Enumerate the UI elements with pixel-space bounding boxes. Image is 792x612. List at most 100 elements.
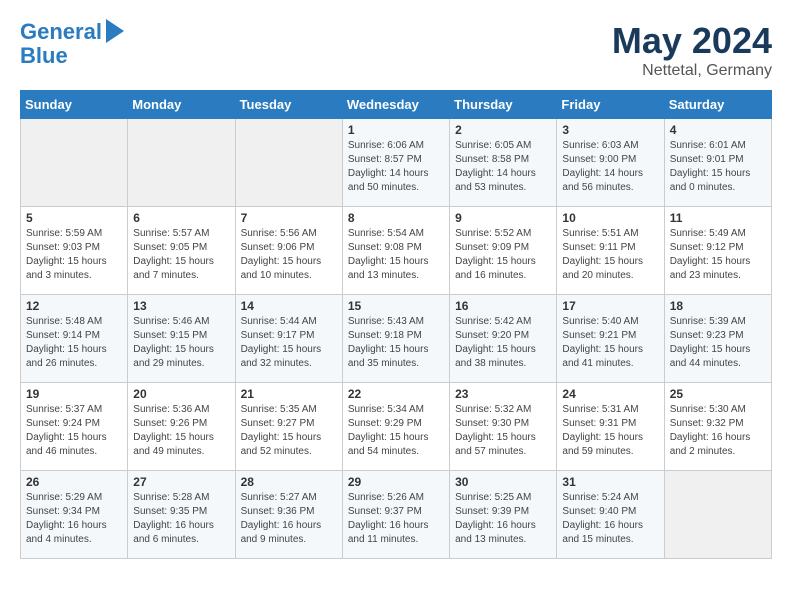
day-number: 1 xyxy=(348,123,444,137)
day-number: 6 xyxy=(133,211,229,225)
calendar-week-row: 1 Sunrise: 6:06 AM Sunset: 8:57 PM Daylig… xyxy=(21,119,772,207)
day-number: 23 xyxy=(455,387,551,401)
day-number: 18 xyxy=(670,299,766,313)
calendar-cell: 13 Sunrise: 5:46 AM Sunset: 9:15 PM Dayli… xyxy=(128,295,235,383)
day-info: Sunrise: 5:30 AM Sunset: 9:32 PM Dayligh… xyxy=(670,403,766,459)
day-info: Sunrise: 5:35 AM Sunset: 9:27 PM Dayligh… xyxy=(241,403,337,459)
calendar-cell: 18 Sunrise: 5:39 AM Sunset: 9:23 PM Dayli… xyxy=(664,295,771,383)
calendar-cell: 28 Sunrise: 5:27 AM Sunset: 9:36 PM Dayli… xyxy=(235,471,342,559)
day-info: Sunrise: 5:44 AM Sunset: 9:17 PM Dayligh… xyxy=(241,315,337,371)
day-number: 31 xyxy=(562,475,658,489)
day-info: Sunrise: 6:06 AM Sunset: 8:57 PM Dayligh… xyxy=(348,139,444,195)
calendar-cell: 29 Sunrise: 5:26 AM Sunset: 9:37 PM Dayli… xyxy=(342,471,449,559)
day-number: 19 xyxy=(26,387,122,401)
day-number: 20 xyxy=(133,387,229,401)
day-info: Sunrise: 5:27 AM Sunset: 9:36 PM Dayligh… xyxy=(241,491,337,547)
day-info: Sunrise: 5:24 AM Sunset: 9:40 PM Dayligh… xyxy=(562,491,658,547)
weekday-header-monday: Monday xyxy=(128,91,235,119)
day-number: 24 xyxy=(562,387,658,401)
weekday-header-thursday: Thursday xyxy=(450,91,557,119)
day-info: Sunrise: 5:51 AM Sunset: 9:11 PM Dayligh… xyxy=(562,227,658,283)
day-info: Sunrise: 5:25 AM Sunset: 9:39 PM Dayligh… xyxy=(455,491,551,547)
calendar-cell: 6 Sunrise: 5:57 AM Sunset: 9:05 PM Daylig… xyxy=(128,207,235,295)
day-number: 8 xyxy=(348,211,444,225)
day-number: 10 xyxy=(562,211,658,225)
calendar-cell: 7 Sunrise: 5:56 AM Sunset: 9:06 PM Daylig… xyxy=(235,207,342,295)
calendar-cell: 12 Sunrise: 5:48 AM Sunset: 9:14 PM Dayli… xyxy=(21,295,128,383)
calendar-cell: 4 Sunrise: 6:01 AM Sunset: 9:01 PM Daylig… xyxy=(664,119,771,207)
calendar-cell: 16 Sunrise: 5:42 AM Sunset: 9:20 PM Dayli… xyxy=(450,295,557,383)
weekday-header-sunday: Sunday xyxy=(21,91,128,119)
day-number: 13 xyxy=(133,299,229,313)
day-number: 21 xyxy=(241,387,337,401)
day-number: 26 xyxy=(26,475,122,489)
day-info: Sunrise: 5:48 AM Sunset: 9:14 PM Dayligh… xyxy=(26,315,122,371)
day-info: Sunrise: 5:42 AM Sunset: 9:20 PM Dayligh… xyxy=(455,315,551,371)
day-number: 30 xyxy=(455,475,551,489)
calendar-table: SundayMondayTuesdayWednesdayThursdayFrid… xyxy=(20,90,772,559)
calendar-cell xyxy=(235,119,342,207)
calendar-week-row: 26Sunrise: 5:29 AM Sunset: 9:34 PM Dayli… xyxy=(21,471,772,559)
logo-arrow-icon xyxy=(106,19,124,43)
day-number: 7 xyxy=(241,211,337,225)
calendar-cell: 19 Sunrise: 5:37 AM Sunset: 9:24 PM Dayli… xyxy=(21,383,128,471)
weekday-header-row: SundayMondayTuesdayWednesdayThursdayFrid… xyxy=(21,91,772,119)
day-info: Sunrise: 5:59 AM Sunset: 9:03 PM Dayligh… xyxy=(26,227,122,283)
logo: General Blue xyxy=(20,20,124,68)
weekday-header-friday: Friday xyxy=(557,91,664,119)
day-number: 22 xyxy=(348,387,444,401)
day-info: Sunrise: 5:32 AM Sunset: 9:30 PM Dayligh… xyxy=(455,403,551,459)
calendar-cell xyxy=(21,119,128,207)
day-number: 25 xyxy=(670,387,766,401)
day-number: 15 xyxy=(348,299,444,313)
day-info: Sunrise: 5:34 AM Sunset: 9:29 PM Dayligh… xyxy=(348,403,444,459)
day-info: Sunrise: 5:28 AM Sunset: 9:35 PM Dayligh… xyxy=(133,491,229,547)
day-number: 27 xyxy=(133,475,229,489)
day-number: 12 xyxy=(26,299,122,313)
day-info: Sunrise: 5:26 AM Sunset: 9:37 PM Dayligh… xyxy=(348,491,444,547)
day-number: 28 xyxy=(241,475,337,489)
day-info: Sunrise: 5:57 AM Sunset: 9:05 PM Dayligh… xyxy=(133,227,229,283)
weekday-header-saturday: Saturday xyxy=(664,91,771,119)
location: Nettetal, Germany xyxy=(612,62,772,80)
calendar-cell: 30 Sunrise: 5:25 AM Sunset: 9:39 PM Dayli… xyxy=(450,471,557,559)
calendar-cell: 26Sunrise: 5:29 AM Sunset: 9:34 PM Dayli… xyxy=(21,471,128,559)
day-info: Sunrise: 5:31 AM Sunset: 9:31 PM Dayligh… xyxy=(562,403,658,459)
calendar-cell: 3Sunrise: 6:03 AM Sunset: 9:00 PM Daylig… xyxy=(557,119,664,207)
day-info: Sunrise: 5:40 AM Sunset: 9:21 PM Dayligh… xyxy=(562,315,658,371)
calendar-cell: 15 Sunrise: 5:43 AM Sunset: 9:18 PM Dayli… xyxy=(342,295,449,383)
day-info: Sunrise: 5:37 AM Sunset: 9:24 PM Dayligh… xyxy=(26,403,122,459)
day-info: Sunrise: 5:46 AM Sunset: 9:15 PM Dayligh… xyxy=(133,315,229,371)
calendar-cell: 5Sunrise: 5:59 AM Sunset: 9:03 PM Daylig… xyxy=(21,207,128,295)
day-number: 11 xyxy=(670,211,766,225)
calendar-cell: 17Sunrise: 5:40 AM Sunset: 9:21 PM Dayli… xyxy=(557,295,664,383)
day-info: Sunrise: 5:49 AM Sunset: 9:12 PM Dayligh… xyxy=(670,227,766,283)
day-number: 4 xyxy=(670,123,766,137)
calendar-cell: 27 Sunrise: 5:28 AM Sunset: 9:35 PM Dayli… xyxy=(128,471,235,559)
day-info: Sunrise: 5:39 AM Sunset: 9:23 PM Dayligh… xyxy=(670,315,766,371)
day-info: Sunrise: 5:54 AM Sunset: 9:08 PM Dayligh… xyxy=(348,227,444,283)
calendar-cell: 21 Sunrise: 5:35 AM Sunset: 9:27 PM Dayli… xyxy=(235,383,342,471)
calendar-cell xyxy=(128,119,235,207)
month-title: May 2024 xyxy=(612,20,772,62)
day-info: Sunrise: 5:56 AM Sunset: 9:06 PM Dayligh… xyxy=(241,227,337,283)
calendar-cell: 1 Sunrise: 6:06 AM Sunset: 8:57 PM Daylig… xyxy=(342,119,449,207)
weekday-header-wednesday: Wednesday xyxy=(342,91,449,119)
calendar-cell: 8 Sunrise: 5:54 AM Sunset: 9:08 PM Daylig… xyxy=(342,207,449,295)
calendar-cell: 11 Sunrise: 5:49 AM Sunset: 9:12 PM Dayli… xyxy=(664,207,771,295)
calendar-cell: 31 Sunrise: 5:24 AM Sunset: 9:40 PM Dayli… xyxy=(557,471,664,559)
weekday-header-tuesday: Tuesday xyxy=(235,91,342,119)
day-number: 29 xyxy=(348,475,444,489)
day-number: 14 xyxy=(241,299,337,313)
calendar-cell: 22 Sunrise: 5:34 AM Sunset: 9:29 PM Dayli… xyxy=(342,383,449,471)
logo-text: General xyxy=(20,20,102,44)
day-info: Sunrise: 6:01 AM Sunset: 9:01 PM Dayligh… xyxy=(670,139,766,195)
day-info: Sunrise: 5:36 AM Sunset: 9:26 PM Dayligh… xyxy=(133,403,229,459)
day-number: 16 xyxy=(455,299,551,313)
calendar-cell: 23 Sunrise: 5:32 AM Sunset: 9:30 PM Dayli… xyxy=(450,383,557,471)
day-info: Sunrise: 5:43 AM Sunset: 9:18 PM Dayligh… xyxy=(348,315,444,371)
title-block: May 2024 Nettetal, Germany xyxy=(612,20,772,80)
calendar-cell: 25 Sunrise: 5:30 AM Sunset: 9:32 PM Dayli… xyxy=(664,383,771,471)
calendar-cell: 10 Sunrise: 5:51 AM Sunset: 9:11 PM Dayli… xyxy=(557,207,664,295)
calendar-cell: 9Sunrise: 5:52 AM Sunset: 9:09 PM Daylig… xyxy=(450,207,557,295)
